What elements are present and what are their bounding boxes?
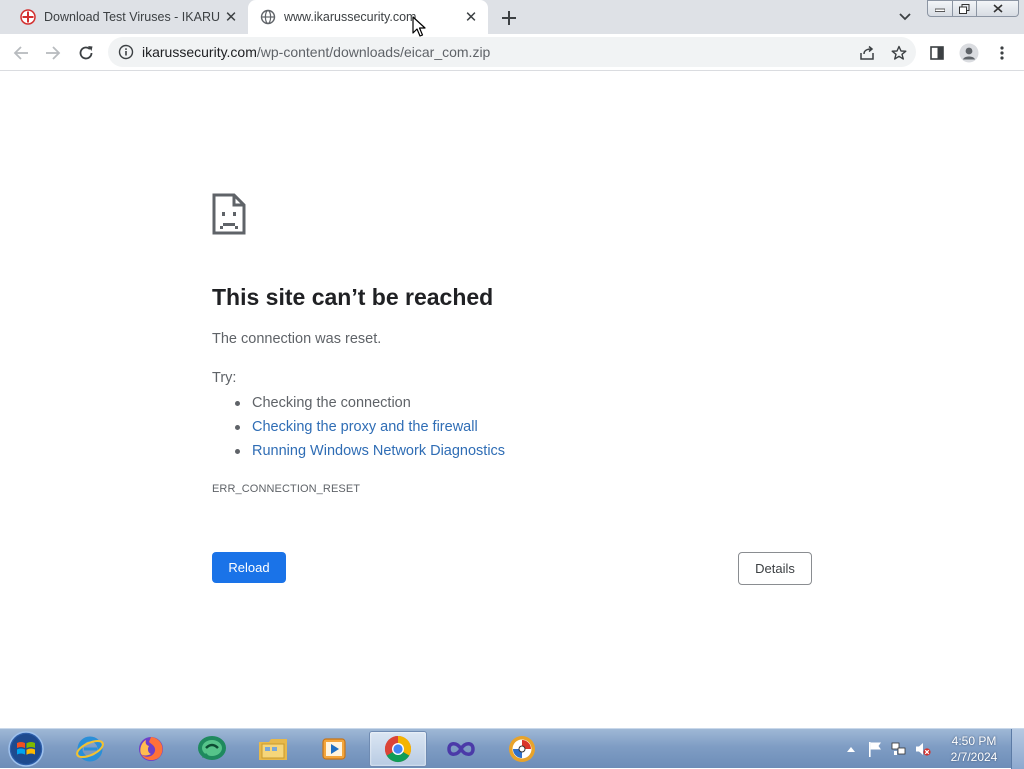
suggestion-network-diagnostics-link[interactable]: Running Windows Network Diagnostics: [234, 441, 505, 465]
tab-search-button[interactable]: [894, 6, 916, 28]
browser-toolbar: ikarussecurity.com/wp-content/downloads/…: [0, 34, 1024, 71]
kebab-menu-icon: [1000, 46, 1004, 60]
address-bar[interactable]: ikarussecurity.com/wp-content/downloads/…: [108, 37, 916, 67]
minimize-button[interactable]: [927, 0, 953, 17]
error-title: This site can’t be reached: [212, 284, 494, 310]
restore-icon: [959, 3, 970, 14]
close-tab-icon[interactable]: ✕: [460, 6, 482, 28]
mouse-cursor-icon: [412, 16, 426, 37]
chevron-up-icon: [847, 747, 855, 752]
network-icon-glyph: [891, 742, 906, 755]
avatar-icon: [959, 43, 979, 63]
url-text: ikarussecurity.com/wp-content/downloads/…: [142, 44, 490, 60]
close-icon: [992, 4, 1003, 13]
info-icon[interactable]: [118, 44, 134, 60]
suggestion-check-proxy-link[interactable]: Checking the proxy and the firewall: [234, 417, 505, 441]
taskbar-clock[interactable]: 4:50 PM 2/7/2024: [944, 733, 1004, 765]
chat-app-icon: [198, 736, 226, 760]
visual-studio-icon: [447, 742, 475, 756]
tab-title: Download Test Viruses - IKARUS: [44, 10, 220, 24]
internet-explorer-icon: [76, 736, 104, 762]
reload-button[interactable]: Reload: [212, 552, 286, 583]
file-explorer-icon: [259, 739, 287, 760]
tab-ikarus-download[interactable]: Download Test Viruses - IKARUS ✕: [8, 0, 248, 34]
clock-date: 2/7/2024: [950, 750, 998, 764]
forward-arrow-icon: [46, 46, 61, 60]
error-code: ERR_CONNECTION_RESET: [212, 483, 361, 495]
suggestion-list: Checking the connection Checking the pro…: [234, 393, 505, 465]
minimize-icon: [935, 8, 945, 12]
show-hidden-icons-button[interactable]: [842, 740, 860, 758]
profile-button[interactable]: [957, 41, 981, 65]
ikarus-favicon: [20, 9, 36, 25]
taskbar-ikarus-app[interactable]: [493, 731, 551, 767]
ikarus-app-icon: [509, 736, 535, 762]
plus-icon: [502, 11, 516, 25]
taskbar-visual-studio[interactable]: [432, 731, 490, 767]
side-panel-button[interactable]: [925, 41, 949, 65]
reload-toolbar-button[interactable]: [74, 41, 98, 65]
restore-button[interactable]: [952, 0, 977, 17]
bookmark-button[interactable]: [887, 41, 911, 65]
taskbar-firefox[interactable]: [122, 731, 180, 767]
media-player-icon: [322, 738, 346, 760]
menu-button[interactable]: [990, 41, 1014, 65]
try-label: Try:: [212, 370, 237, 386]
back-arrow-icon: [13, 46, 28, 60]
action-center-icon[interactable]: [866, 740, 884, 758]
back-button[interactable]: [9, 41, 33, 65]
speaker-muted-icon: [916, 743, 931, 756]
taskbar-internet-explorer[interactable]: [61, 731, 119, 767]
taskbar-media-player[interactable]: [305, 731, 363, 767]
error-description: The connection was reset.: [212, 331, 382, 347]
globe-icon: [260, 9, 276, 25]
url-host: ikarussecurity.com: [142, 44, 257, 60]
share-icon: [860, 45, 874, 60]
details-button[interactable]: Details: [738, 552, 812, 585]
share-button[interactable]: [855, 41, 879, 65]
taskbar-chat-app[interactable]: [183, 731, 241, 767]
chrome-icon: [384, 735, 412, 763]
system-tray: [842, 729, 938, 769]
close-tab-icon[interactable]: ✕: [220, 6, 242, 28]
windows-taskbar: 4:50 PM 2/7/2024: [0, 728, 1024, 769]
chevron-down-icon: [899, 13, 911, 21]
window-close-button[interactable]: [976, 0, 1019, 17]
show-desktop-button[interactable]: [1011, 729, 1024, 769]
star-icon: [891, 45, 907, 60]
volume-muted-icon[interactable]: [914, 740, 932, 758]
network-icon[interactable]: [890, 740, 908, 758]
new-tab-button[interactable]: [497, 6, 521, 30]
refresh-icon: [79, 46, 93, 60]
tab-ikarussecurity[interactable]: www.ikarussecurity.com ✕: [248, 0, 488, 34]
side-panel-icon: [930, 46, 944, 60]
tab-strip: Download Test Viruses - IKARUS ✕ www.ika…: [0, 0, 1024, 34]
sad-document-icon: [212, 193, 246, 235]
tab-title: www.ikarussecurity.com: [284, 10, 417, 24]
error-page: This site can’t be reached The connectio…: [0, 72, 1024, 728]
suggestion-check-connection: Checking the connection: [234, 393, 505, 417]
start-button[interactable]: [6, 730, 46, 768]
flag-icon: [869, 742, 881, 757]
forward-button[interactable]: [41, 41, 65, 65]
url-path: /wp-content/downloads/eicar_com.zip: [256, 44, 491, 60]
taskbar-file-explorer[interactable]: [244, 731, 302, 767]
taskbar-chrome[interactable]: [369, 731, 427, 767]
firefox-icon: [139, 737, 163, 761]
clock-time: 4:50 PM: [951, 734, 997, 748]
